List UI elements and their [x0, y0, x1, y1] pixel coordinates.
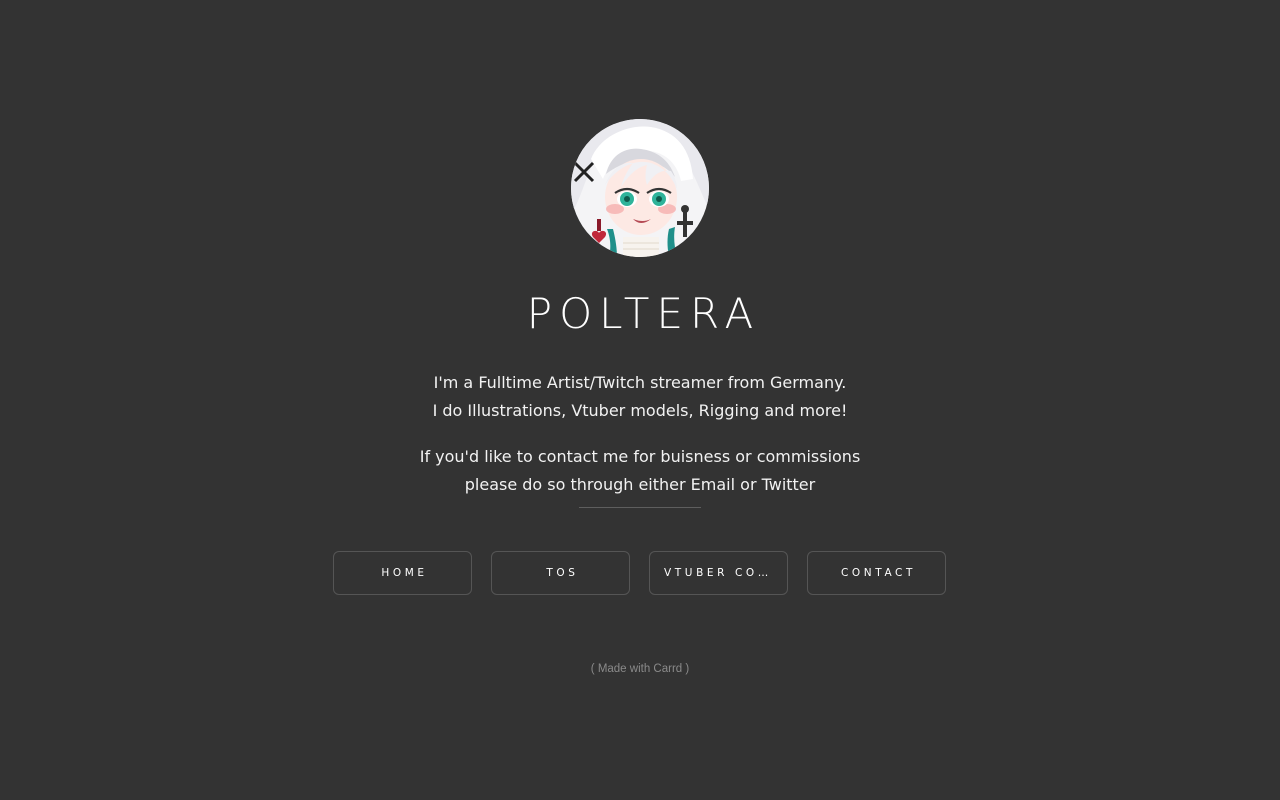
divider — [579, 507, 701, 508]
contact-paragraph: If you'd like to contact me for buisness… — [0, 443, 1280, 499]
home-button[interactable]: HOME — [333, 551, 472, 595]
contact-line-1: If you'd like to contact me for buisness… — [419, 447, 861, 466]
home-button-label: HOME — [381, 567, 428, 579]
bio-paragraph: I'm a Fulltime Artist/Twitch streamer fr… — [0, 369, 1280, 425]
page: POLTERA I'm a Fulltime Artist/Twitch str… — [0, 0, 1280, 800]
footer-credit: ( Made with Carrd ) — [0, 661, 1280, 677]
page-title: POLTERA — [526, 289, 761, 338]
contact-line-2: please do so through either Email or Twi… — [464, 475, 816, 494]
credit-close-paren: ) — [682, 663, 690, 675]
vtuber-commissions-button[interactable]: VTUBER COMMISSIONS — [649, 551, 788, 595]
contact-button-label: CONTACT — [841, 567, 916, 579]
anime-avatar-icon — [571, 119, 709, 257]
vtuber-commissions-button-label: VTUBER COMMISSIONS — [664, 567, 777, 579]
tos-button[interactable]: TOS — [491, 551, 630, 595]
made-with-carrd-link[interactable]: Made with Carrd — [598, 663, 682, 675]
profile-avatar — [571, 119, 709, 257]
credit-open-paren: ( — [590, 663, 598, 675]
bio-line-2: I do Illustrations, Vtuber models, Riggi… — [432, 401, 848, 420]
bio-line-1: I'm a Fulltime Artist/Twitch streamer fr… — [433, 373, 847, 392]
tos-button-label: TOS — [546, 567, 579, 579]
contact-button[interactable]: CONTACT — [807, 551, 946, 595]
